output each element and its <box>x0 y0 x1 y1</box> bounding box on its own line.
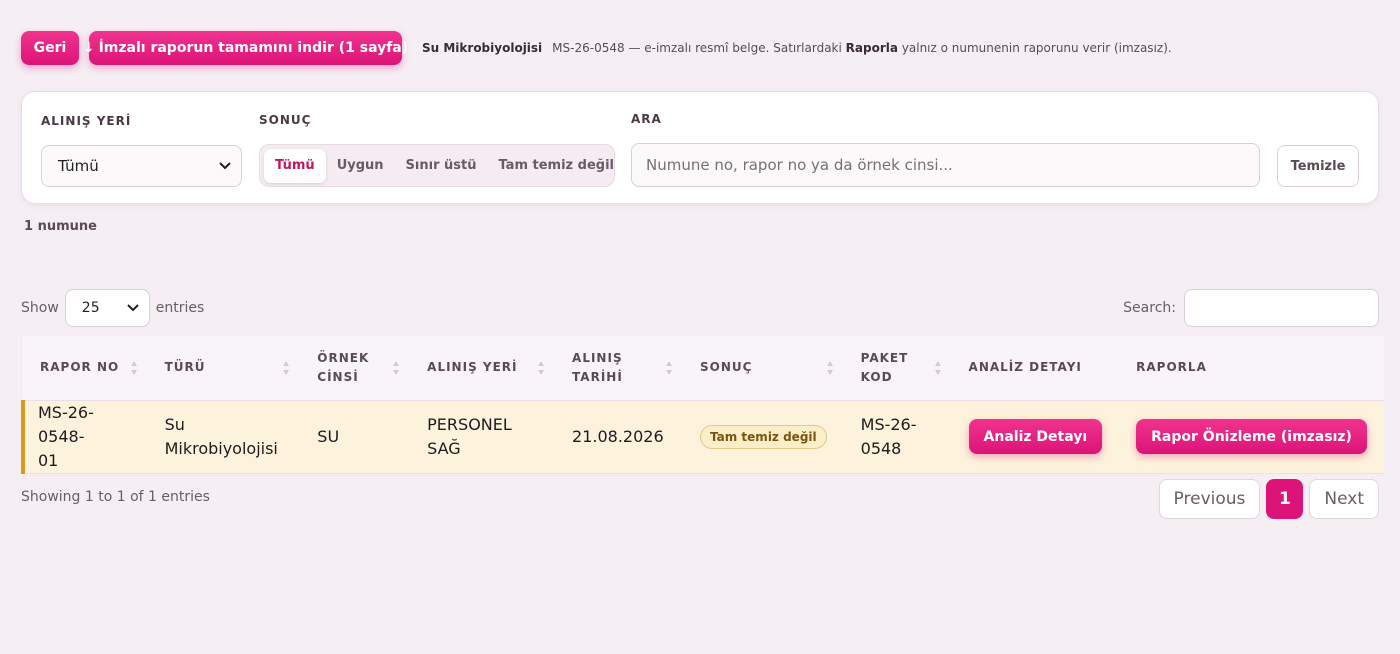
cell-ornek-cinsi: SU <box>300 400 411 474</box>
table-row[interactable]: MS-26-0548- 01 Su Mikrobiyolojisi SU PERSO… <box>21 400 1384 474</box>
header-label: ALINIŞ YERİ <box>427 360 518 375</box>
sample-search-input[interactable] <box>631 143 1260 187</box>
page-1-button[interactable]: 1 <box>1266 479 1304 519</box>
next-page-button[interactable]: Next <box>1309 479 1379 519</box>
entries-length-control: Show 25 entries <box>21 289 204 327</box>
header-label: RAPORLA <box>1136 360 1207 375</box>
header-rapor-no[interactable]: RAPOR NO <box>23 336 148 401</box>
table-info: Showing 1 to 1 of 1 entries <box>21 489 210 505</box>
result-option-not-clean[interactable]: Tam temiz değil <box>487 149 625 183</box>
sort-icon <box>934 360 941 375</box>
result-option-all[interactable]: Tümü <box>264 148 326 183</box>
header-ornek-cinsi[interactable]: ÖRNEK CİNSİ <box>300 336 411 401</box>
top-toolbar: Geri ↓ İmzalı raporun tamamını indir (1 … <box>21 31 1172 65</box>
result-option-over-limit[interactable]: Sınır üstü <box>395 149 488 183</box>
report-preview-button[interactable]: Rapor Önizleme (imzasız) <box>1136 419 1367 454</box>
turu-line1: Su <box>164 414 185 434</box>
chevron-down-icon <box>127 304 139 312</box>
table-search-input[interactable] <box>1184 289 1379 327</box>
header-turu[interactable]: TÜRÜ <box>147 336 301 401</box>
header-label-line2: TARİHİ <box>572 369 623 384</box>
note-code: MS-26-0548 <box>552 41 625 55</box>
location-filter-label: ALINIŞ YERİ <box>41 114 132 128</box>
header-label: SONUÇ <box>700 360 753 375</box>
header-alinis-tarihi[interactable]: ALINIŞ TARİHİ <box>555 336 684 401</box>
cell-alinis-tarihi: 21.08.2026 <box>555 400 684 474</box>
sample-count: 1 numune <box>24 219 97 234</box>
header-label: PAKET KOD <box>860 350 909 384</box>
header-label: TÜRÜ <box>164 360 206 375</box>
note-bold: Raporla <box>845 41 898 55</box>
clear-filters-button[interactable]: Temizle <box>1277 145 1359 187</box>
paket-line1: MS-26- <box>860 414 917 434</box>
cell-turu: Su Mikrobiyolojisi <box>147 400 301 474</box>
header-raporla: RAPORLA <box>1119 336 1384 401</box>
result-segmented-control: Tümü Uygun Sınır üstü Tam temiz değil <box>259 144 615 187</box>
paket-line2: 0548 <box>860 438 902 458</box>
cell-paket-kod: MS-26- 0548 <box>843 400 952 474</box>
yer-line2: SAĞ <box>427 438 461 458</box>
sort-icon <box>666 360 673 375</box>
rapor-no-line1: MS-26-0548- <box>38 402 94 446</box>
download-button-label: İmzalı raporun tamamını indir (1 sayfa) <box>98 40 409 56</box>
cell-raporla: Rapor Önizleme (imzasız) <box>1119 400 1384 474</box>
header-label: ÖRNEK <box>317 350 370 365</box>
table-search: Search: <box>1123 289 1379 327</box>
header-paket-kod[interactable]: PAKET KOD <box>843 336 952 401</box>
header-label-line2: CİNSİ <box>317 369 359 384</box>
sort-icon <box>538 360 545 375</box>
header-label: ANALİZ DETAYI <box>968 360 1082 375</box>
sort-icon <box>130 360 137 375</box>
show-label: Show <box>21 300 59 316</box>
entries-select[interactable]: 25 <box>64 289 150 327</box>
cell-sonuc: Tam temiz değil <box>683 400 844 474</box>
pagination: Previous 1 Next <box>1158 479 1379 519</box>
cell-analiz-detayi: Analiz Detayı <box>951 400 1120 474</box>
note-text-2: yalnız o numunenin raporunu verir (imzas… <box>897 41 1172 55</box>
sort-icon <box>283 360 290 375</box>
download-arrow-icon: ↓ <box>82 40 95 56</box>
report-note: Su Mikrobiyolojisi MS-26-0548 — e-imzalı … <box>422 41 1172 55</box>
header-label: RAPOR NO <box>40 360 120 375</box>
back-button[interactable]: Geri <box>21 31 79 65</box>
turu-line2: Mikrobiyolojisi <box>164 438 278 458</box>
sort-icon <box>826 360 833 375</box>
chevron-down-icon <box>219 162 231 170</box>
note-text-1: — e-imzalı resmî belge. Satırlardaki <box>624 41 846 55</box>
rapor-no-line2: 01 <box>38 450 59 470</box>
sort-icon <box>393 360 400 375</box>
table-header-row: RAPOR NO TÜRÜ ÖRNEK CİNSİ ALINIŞ YERİ ALI… <box>23 336 1384 401</box>
table-search-label: Search: <box>1123 300 1176 316</box>
result-filter-label: SONUÇ <box>259 113 312 127</box>
entries-select-value: 25 <box>81 300 100 316</box>
previous-page-button[interactable]: Previous <box>1158 479 1261 519</box>
cell-rapor-no: MS-26-0548- 01 <box>21 400 148 474</box>
header-analiz-detayi: ANALİZ DETAYI <box>951 336 1120 401</box>
entries-label: entries <box>155 300 205 316</box>
search-filter-label: ARA <box>631 112 662 126</box>
cell-alinis-yeri: PERSONEL SAĞ <box>410 400 556 474</box>
header-sonuc[interactable]: SONUÇ <box>683 336 844 401</box>
location-select-value: Tümü <box>58 157 99 175</box>
yer-line1: PERSONEL <box>427 414 512 434</box>
analysis-detail-button[interactable]: Analiz Detayı <box>968 419 1103 454</box>
header-label: ALINIŞ <box>572 350 623 365</box>
location-select[interactable]: Tümü <box>41 145 242 187</box>
header-alinis-yeri[interactable]: ALINIŞ YERİ <box>410 336 556 401</box>
result-badge: Tam temiz değil <box>700 425 827 449</box>
result-option-ok[interactable]: Uygun <box>326 149 395 183</box>
samples-table: RAPOR NO TÜRÜ ÖRNEK CİNSİ ALINIŞ YERİ ALI… <box>21 336 1384 474</box>
download-signed-report-button[interactable]: ↓ İmzalı raporun tamamını indir (1 sayfa… <box>83 31 408 65</box>
filter-panel: ALINIŞ YERİ Tümü SONUÇ Tümü Uygun Sınır … <box>21 91 1379 204</box>
note-category: Su Mikrobiyolojisi <box>422 41 543 55</box>
